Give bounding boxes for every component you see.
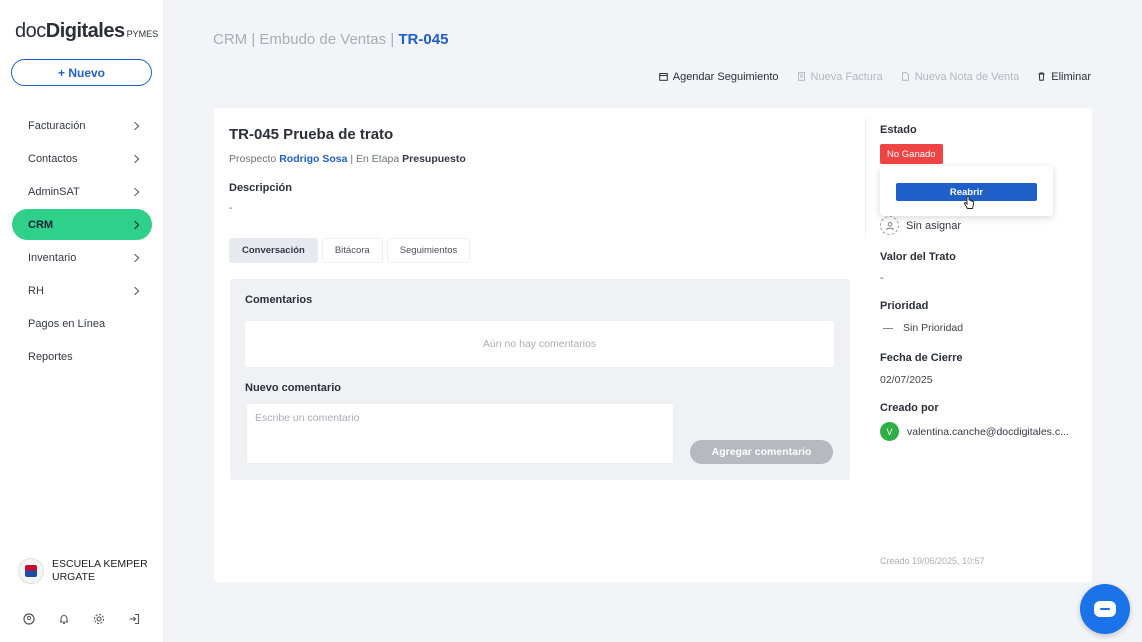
schedule-followup-button[interactable]: Agendar Seguimiento <box>658 71 779 83</box>
bell-icon[interactable] <box>57 612 70 625</box>
divider <box>865 118 866 238</box>
tab-bitacora[interactable]: Bitácora <box>321 238 383 263</box>
chat-button[interactable] <box>1080 584 1130 634</box>
sidebar-nav: Facturación Contactos AdminSAT CRM Inven… <box>12 110 152 374</box>
close-date-label: Fecha de Cierre <box>880 352 963 364</box>
sidebar-item-label: Reportes <box>28 350 73 363</box>
chevron-right-icon <box>130 121 140 130</box>
deal-value-label: Valor del Trato <box>880 251 956 263</box>
person-icon <box>880 216 899 235</box>
chevron-right-icon <box>130 154 140 163</box>
creator-email: valentina.canche@docdigitales.c... <box>907 425 1069 438</box>
calendar-icon <box>658 72 668 83</box>
user-circle-icon[interactable] <box>22 612 35 625</box>
comments-header: Comentarios <box>245 294 313 306</box>
sidebar-item-contactos[interactable]: Contactos <box>12 143 152 174</box>
sidebar-item-pagos-en-linea[interactable]: Pagos en Línea <box>12 308 152 339</box>
deal-details: Estado No Ganado Reabrir Sin asignar Val… <box>880 108 1092 582</box>
logout-icon[interactable] <box>127 612 140 625</box>
priority-dash-icon <box>883 327 893 329</box>
breadcrumb-path[interactable]: CRM | Embudo de Ventas | <box>213 31 398 48</box>
tab-conversacion[interactable]: Conversación <box>229 238 318 263</box>
sidebar-item-crm[interactable]: CRM <box>12 209 152 240</box>
comments-panel: Comentarios Aún no hay comentarios Nuevo… <box>230 279 850 480</box>
created-timestamp: Creado 19/06/2025, 10:57 <box>880 556 985 566</box>
sidebar-item-label: Inventario <box>28 251 77 264</box>
deal-title: TR-045 Prueba de trato <box>229 126 394 143</box>
logo[interactable]: doc Digitales PYMES <box>15 20 158 46</box>
org-logo <box>18 558 44 584</box>
sidebar-item-label: Pagos en Línea <box>28 317 106 330</box>
avatar: V <box>880 422 899 441</box>
chevron-right-icon <box>130 253 140 262</box>
stage-value: Presupuesto <box>402 153 466 165</box>
document-icon <box>901 71 910 83</box>
priority-value: Sin Prioridad <box>903 322 964 334</box>
sidebar-item-label: Facturación <box>28 119 86 132</box>
sidebar-item-facturacion[interactable]: Facturación <box>12 110 152 141</box>
stage-prefix: | En Etapa <box>347 153 403 165</box>
new-invoice-button[interactable]: Nueva Factura <box>797 71 883 83</box>
deal-value: - <box>880 272 884 284</box>
comments-empty-state: Aún no hay comentarios <box>245 321 834 367</box>
status-popover: Reabrir <box>880 166 1053 216</box>
creator: V valentina.canche@docdigitales.c... <box>880 422 1069 441</box>
tab-bar: Conversación Bitácora Seguimientos <box>229 238 471 263</box>
prospect-prefix: Prospecto <box>229 153 280 165</box>
action-bar: Agendar Seguimiento Nueva Factura Nueva … <box>658 71 1091 83</box>
new-sales-note-button[interactable]: Nueva Nota de Venta <box>901 71 1020 83</box>
tab-seguimientos[interactable]: Seguimientos <box>386 238 471 263</box>
trash-icon <box>1037 72 1046 83</box>
new-comment-label: Nuevo comentario <box>245 382 341 394</box>
chat-icon <box>1094 601 1116 617</box>
sidebar-item-rh[interactable]: RH <box>12 275 152 306</box>
invoice-icon <box>797 71 806 83</box>
gear-icon[interactable] <box>92 612 105 625</box>
close-date-value[interactable]: 02/07/2025 <box>880 374 933 386</box>
comment-input[interactable] <box>246 403 674 464</box>
breadcrumb: CRM | Embudo de Ventas | TR-045 <box>213 31 448 48</box>
status-badge[interactable]: No Ganado <box>880 144 943 164</box>
sidebar-item-reportes[interactable]: Reportes <box>12 341 152 372</box>
priority-selector[interactable]: Sin Prioridad <box>880 322 963 334</box>
action-label: Nueva Factura <box>810 71 883 83</box>
add-comment-button[interactable]: Agregar comentario <box>690 440 833 464</box>
chevron-right-icon <box>130 286 140 295</box>
hand-cursor-icon <box>963 195 975 213</box>
logo-text-pymes: PYMES <box>126 29 159 39</box>
sidebar-item-adminsat[interactable]: AdminSAT <box>12 176 152 207</box>
description-label: Descripción <box>229 182 292 194</box>
description-value: - <box>229 203 233 214</box>
logo-text-digitales: Digitales <box>45 20 125 42</box>
status-label: Estado <box>880 124 917 136</box>
assignee-value: Sin asignar <box>906 219 962 232</box>
sidebar-item-inventario[interactable]: Inventario <box>12 242 152 273</box>
logo-text-doc: doc <box>15 20 46 42</box>
prospect-link[interactable]: Rodrigo Sosa <box>279 153 347 165</box>
sidebar-item-label: RH <box>28 284 44 297</box>
sidebar-item-label: Contactos <box>28 152 78 165</box>
sidebar-item-label: AdminSAT <box>28 185 80 198</box>
sidebar-footer <box>22 612 140 625</box>
action-label: Nueva Nota de Venta <box>914 71 1020 83</box>
priority-label: Prioridad <box>880 300 929 312</box>
sidebar: doc Digitales PYMES + Nuevo Facturación … <box>0 0 164 642</box>
delete-button[interactable]: Eliminar <box>1037 71 1091 83</box>
chevron-right-icon <box>130 220 140 229</box>
sidebar-item-label: CRM <box>28 218 54 231</box>
deal-subtitle: Prospecto Rodrigo Sosa | En Etapa Presup… <box>229 153 466 165</box>
assignee[interactable]: Sin asignar <box>880 216 961 235</box>
chevron-right-icon <box>130 187 140 196</box>
action-label: Agendar Seguimiento <box>672 71 779 83</box>
org-switcher[interactable]: ESCUELA KEMPER URGATE <box>18 558 152 584</box>
deal-card: TR-045 Prueba de trato Prospecto Rodrigo… <box>214 108 1092 582</box>
new-button[interactable]: + Nuevo <box>11 59 152 86</box>
action-label: Eliminar <box>1051 71 1091 83</box>
org-name: ESCUELA KEMPER URGATE <box>52 558 148 583</box>
created-by-label: Creado por <box>880 402 939 414</box>
breadcrumb-current: TR-045 <box>398 31 449 48</box>
